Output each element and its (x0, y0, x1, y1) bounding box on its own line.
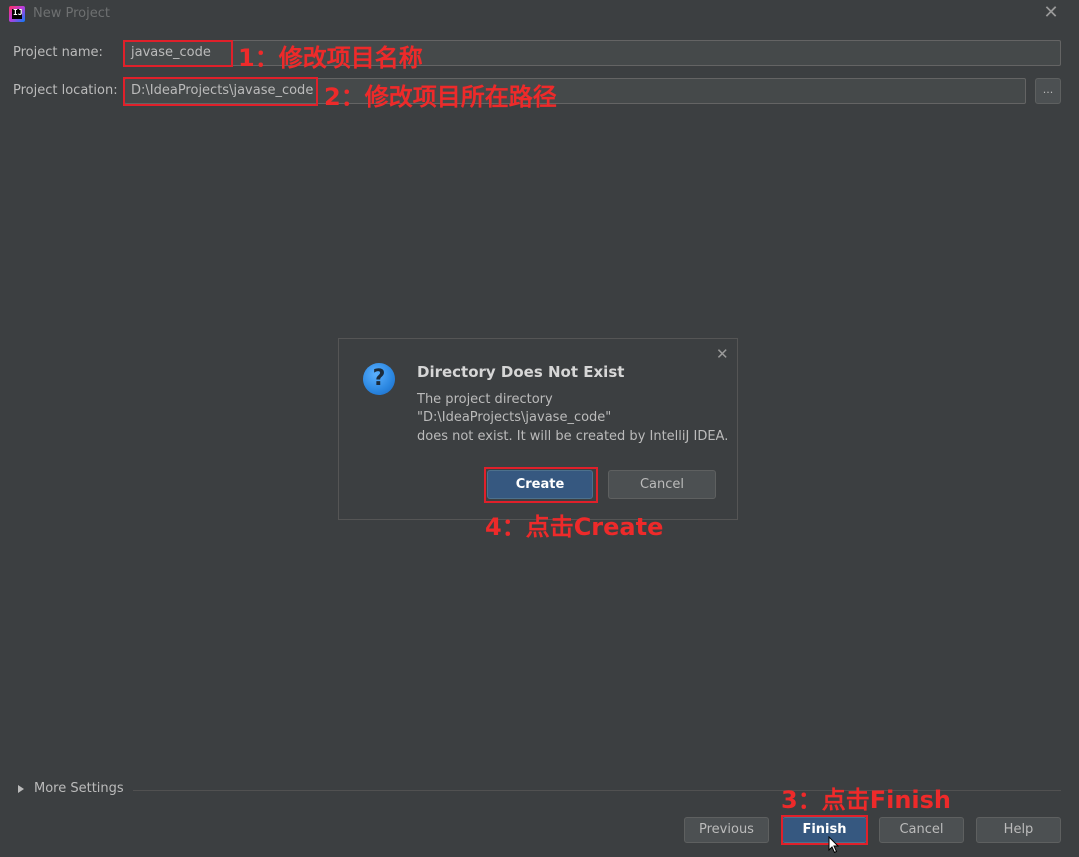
dialog-close-icon[interactable]: ✕ (716, 345, 729, 363)
more-settings-label: More Settings (34, 781, 124, 796)
window-title: New Project (33, 6, 110, 21)
annotation-step1: 1：修改项目名称 (238, 44, 423, 72)
question-icon: ? (363, 363, 395, 395)
new-project-window: IJ New Project ✕ Project name: javase_co… (0, 0, 1079, 857)
dialog-message-line-2: "D:\IdeaProjects\javase_code" (417, 410, 612, 425)
help-button[interactable]: Help (976, 817, 1061, 843)
annotation-step3: 3：点击Finish (781, 786, 952, 814)
title-bar: IJ New Project ✕ (0, 0, 1079, 28)
more-settings-toggle[interactable]: More Settings (18, 781, 124, 796)
close-icon[interactable]: ✕ (1043, 4, 1059, 22)
expand-triangle-icon (18, 784, 24, 793)
cancel-button[interactable]: Cancel (879, 817, 964, 843)
project-location-label: Project location: (13, 83, 118, 98)
project-name-label: Project name: (13, 45, 103, 60)
annotation-box-project-name (123, 40, 233, 67)
annotation-box-project-location (123, 77, 318, 106)
annotation-step2: 2：修改项目所在路径 (324, 83, 557, 111)
annotation-step4: 4：点击Create (485, 513, 664, 541)
annotation-box-finish (781, 815, 868, 845)
intellij-idea-icon: IJ (9, 6, 25, 22)
browse-button[interactable]: ... (1035, 78, 1061, 104)
dialog-title: Directory Does Not Exist (417, 363, 625, 381)
dialog-message-line-1: The project directory (417, 392, 553, 407)
dialog-message-line-3: does not exist. It will be created by In… (417, 429, 729, 444)
mouse-cursor-icon (828, 836, 840, 854)
dialog-cancel-button[interactable]: Cancel (608, 470, 716, 499)
annotation-box-create (484, 467, 598, 503)
previous-button[interactable]: Previous (684, 817, 769, 843)
